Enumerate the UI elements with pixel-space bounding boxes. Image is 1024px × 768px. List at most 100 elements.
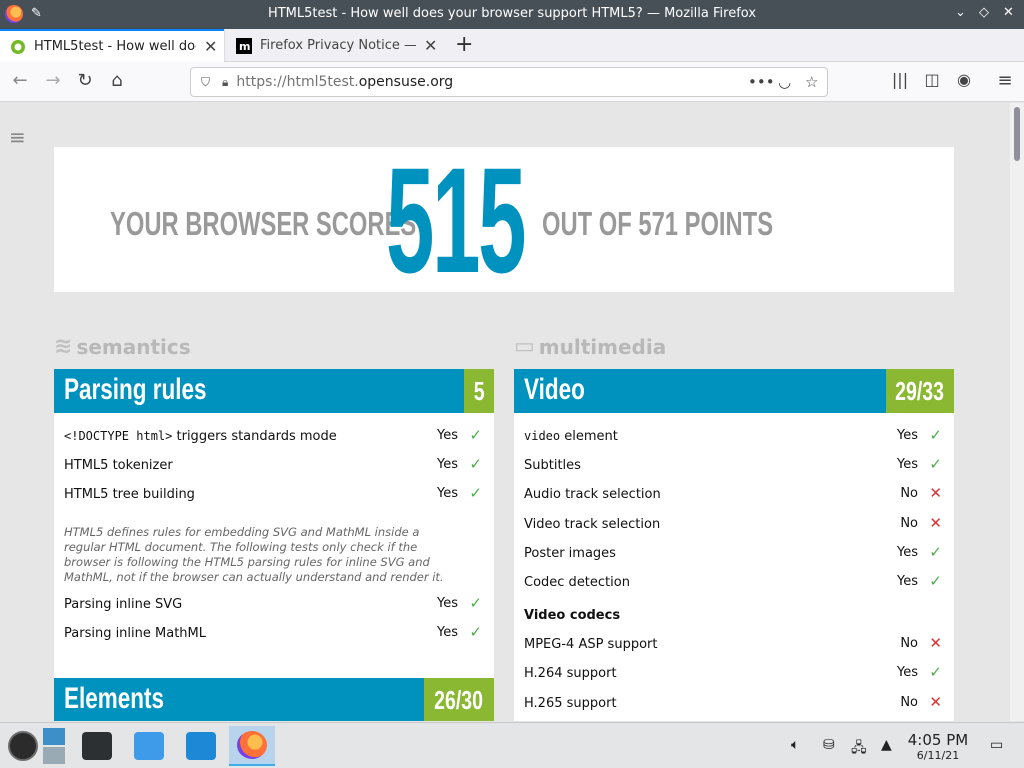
minimize-button[interactable]: ⌄ bbox=[955, 5, 966, 20]
score-left-text: YOUR BROWSER SCORES bbox=[110, 205, 417, 242]
multimedia-icon: ▭ bbox=[514, 334, 535, 359]
taskbar-discover[interactable] bbox=[126, 726, 172, 766]
page-content: ≡ YOUR BROWSER SCORES 515 OUT OF 571 POI… bbox=[0, 103, 1010, 721]
section-header[interactable]: Parsing rules 5 bbox=[54, 369, 494, 413]
section-title: Elements bbox=[64, 682, 165, 715]
test-row[interactable]: H.265 support No ✕ bbox=[514, 690, 954, 719]
firefox-icon bbox=[237, 731, 267, 759]
section-title: Video bbox=[524, 373, 585, 406]
usb-device-icon[interactable]: ⛁ bbox=[823, 737, 835, 753]
test-row[interactable]: <!DOCTYPE html> triggers standards mode … bbox=[54, 423, 494, 452]
menu-icon[interactable]: ≡ bbox=[993, 70, 1017, 91]
close-tab-icon[interactable]: ✕ bbox=[424, 36, 437, 55]
test-row[interactable]: Subtitles Yes ✓ bbox=[514, 452, 954, 481]
url-bar[interactable]: ⛉ 🔒︎ https://html5test.opensuse.org ••• … bbox=[190, 67, 828, 97]
section-body: <!DOCTYPE html> triggers standards mode … bbox=[54, 413, 494, 698]
folder-icon bbox=[186, 732, 216, 760]
software-store-icon bbox=[134, 732, 164, 760]
check-icon: ✓ bbox=[929, 663, 942, 682]
reload-button[interactable]: ↻ bbox=[73, 70, 97, 91]
tab-label: HTML5test - How well does your browser s… bbox=[34, 39, 196, 54]
clock[interactable]: 4:05 PM 6/11/21 bbox=[900, 731, 976, 762]
test-row[interactable]: MPEG-4 ASP support No ✕ bbox=[514, 631, 954, 660]
video-codecs-heading: Video codecs bbox=[524, 608, 621, 624]
section-header[interactable]: Video 29/33 bbox=[514, 369, 954, 413]
check-icon: ✓ bbox=[469, 455, 482, 474]
section-score: 5 bbox=[464, 369, 494, 413]
test-row[interactable]: Poster images Yes ✓ bbox=[514, 540, 954, 569]
check-icon: ✓ bbox=[469, 426, 482, 444]
volume-icon[interactable]: 🔈︎ bbox=[791, 737, 799, 753]
parsing-note: HTML5 defines rules for embedding SVG an… bbox=[64, 524, 444, 584]
settings-app-icon bbox=[82, 732, 112, 760]
maximize-button[interactable]: ◇ bbox=[979, 5, 989, 20]
check-icon: ✓ bbox=[929, 455, 942, 474]
close-tab-icon[interactable]: ✕ bbox=[204, 37, 217, 56]
section-header[interactable]: Elements 26/30 bbox=[54, 678, 494, 721]
new-tab-button[interactable]: + bbox=[455, 32, 473, 57]
home-button[interactable]: ⌂ bbox=[105, 70, 129, 91]
close-window-button[interactable]: ✕ bbox=[1003, 5, 1014, 20]
test-row[interactable]: Audio track selection No ✕ bbox=[514, 481, 954, 510]
taskbar: 🔈︎ ⛁ 🖧︎ ▲ ▭ bbox=[0, 722, 1024, 768]
test-row[interactable]: Codec detection Yes ✓ bbox=[514, 569, 954, 598]
test-row[interactable]: HTML5 tokenizer Yes ✓ bbox=[54, 452, 494, 481]
cross-icon: ✕ bbox=[929, 484, 942, 503]
check-icon: ✓ bbox=[469, 593, 482, 612]
taskbar-system-settings[interactable] bbox=[74, 726, 120, 766]
check-icon: ✓ bbox=[469, 622, 482, 641]
test-row[interactable]: video element Yes ✓ bbox=[514, 423, 954, 452]
check-icon: ✓ bbox=[929, 571, 942, 590]
back-button[interactable]: ← bbox=[8, 70, 32, 91]
tray-expand-icon[interactable]: ▲ bbox=[881, 737, 892, 753]
section-score: 26/30 bbox=[424, 678, 494, 721]
scrollbar-thumb[interactable] bbox=[1014, 107, 1020, 161]
account-icon[interactable]: ◉ bbox=[952, 70, 976, 89]
tracking-shield-icon[interactable]: ⛉ bbox=[201, 75, 210, 90]
network-icon[interactable]: 🖧︎ bbox=[851, 737, 867, 761]
show-desktop-icon[interactable]: ▭ bbox=[990, 737, 1003, 753]
tab-label: Firefox Privacy Notice — Mozilla bbox=[260, 38, 416, 53]
window-title: HTML5test - How well does your browser s… bbox=[267, 6, 757, 21]
section-parsing-rules: Parsing rules 5 <!DOCTYPE html> triggers… bbox=[54, 369, 494, 698]
category-multimedia: ▭ multimedia bbox=[514, 334, 667, 359]
section-body: video element Yes ✓ Subtitles Yes ✓ Audi… bbox=[514, 413, 954, 721]
opensuse-favicon-icon bbox=[11, 39, 25, 54]
tab-bar: HTML5test - How well does your browser s… bbox=[0, 29, 1024, 62]
section-score: 29/33 bbox=[886, 369, 954, 413]
tab-firefox-privacy[interactable]: m Firefox Privacy Notice — Mozilla ✕ bbox=[226, 29, 446, 62]
library-icon[interactable]: ||| bbox=[888, 70, 912, 89]
lock-icon[interactable]: 🔒︎ bbox=[222, 75, 228, 90]
semantics-icon: ≋ bbox=[54, 334, 73, 359]
pocket-icon[interactable]: ◡ bbox=[778, 73, 791, 91]
test-row[interactable]: HTML5 tree building Yes ✓ bbox=[54, 481, 494, 510]
test-row[interactable]: Parsing inline MathML Yes ✓ bbox=[54, 620, 494, 649]
sidebar-icon[interactable]: ◫ bbox=[920, 70, 944, 89]
navigation-toolbar: ← → ↻ ⌂ ⛉ 🔒︎ https://html5test.opensuse.… bbox=[0, 62, 1024, 102]
cross-icon: ✕ bbox=[929, 692, 942, 711]
check-icon: ✓ bbox=[469, 484, 482, 503]
bookmark-star-icon[interactable]: ☆ bbox=[805, 73, 818, 91]
score-banner: YOUR BROWSER SCORES 515 OUT OF 571 POINT… bbox=[54, 136, 954, 304]
cross-icon: ✕ bbox=[929, 513, 942, 532]
tab-html5test[interactable]: HTML5test - How well does your browser s… bbox=[0, 29, 224, 62]
check-icon: ✓ bbox=[929, 426, 942, 444]
score-right-text: OUT OF 571 POINTS bbox=[542, 205, 774, 242]
taskbar-file-manager[interactable] bbox=[178, 726, 224, 766]
page-scrollbar[interactable] bbox=[1010, 103, 1024, 721]
score-value: 515 bbox=[386, 136, 527, 304]
virtual-desktop-pager[interactable] bbox=[34, 726, 74, 766]
section-elements: Elements 26/30 bbox=[54, 678, 494, 721]
mozilla-favicon-icon: m bbox=[236, 37, 252, 54]
window-titlebar: ✎ HTML5test - How well does your browser… bbox=[0, 0, 1024, 29]
forward-button[interactable]: → bbox=[41, 70, 65, 91]
taskbar-firefox[interactable] bbox=[229, 726, 275, 766]
site-menu-icon[interactable]: ≡ bbox=[9, 125, 26, 149]
test-row[interactable]: Parsing inline SVG Yes ✓ bbox=[54, 591, 494, 620]
test-row[interactable]: H.264 support Yes ✓ bbox=[514, 660, 954, 689]
page-actions-icon[interactable]: ••• bbox=[748, 73, 775, 91]
section-video: Video 29/33 video element Yes ✓ Subtitle… bbox=[514, 369, 954, 721]
section-title: Parsing rules bbox=[64, 373, 207, 406]
url-text[interactable]: https://html5test.opensuse.org bbox=[236, 74, 453, 90]
test-row[interactable]: Video track selection No ✕ bbox=[514, 511, 954, 540]
